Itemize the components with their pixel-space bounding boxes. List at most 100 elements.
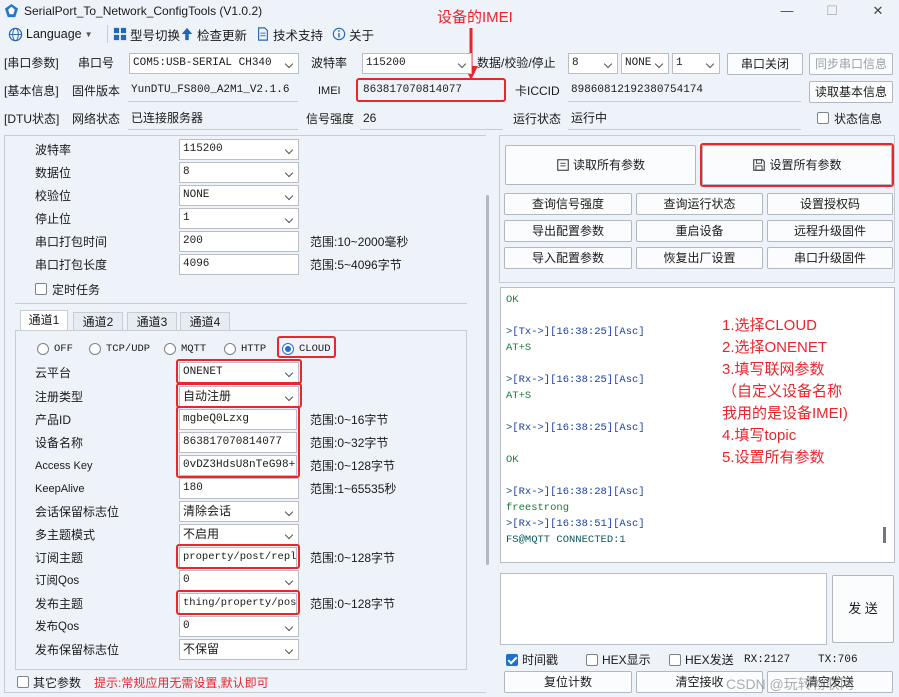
import-config-button[interactable]: 导入配置参数 [504, 247, 632, 269]
radio-mqtt[interactable] [164, 343, 176, 355]
send-button[interactable]: 发 送 [832, 575, 894, 643]
terminal-line: >[Rx->][16:38:25][Asc] [506, 422, 645, 434]
step-3-note-1: （自定义设备名称 [722, 383, 843, 400]
tab-channel-4[interactable]: 通道4 [180, 312, 230, 330]
pub-qos-select[interactable]: 0 [179, 616, 299, 637]
cloud-highlight [277, 336, 336, 358]
network-params-highlight [176, 406, 300, 478]
product-id-range: 范围:0~16字节 [310, 413, 389, 427]
sub-qos-select[interactable]: 0 [179, 570, 299, 591]
read-all-params-button[interactable]: 读取所有参数 [505, 145, 696, 185]
port-select[interactable]: COM5:USB-SERIAL CH340 [129, 53, 299, 74]
minimize-button[interactable]: — [773, 2, 801, 20]
tab-channel-2[interactable]: 通道2 [73, 312, 123, 330]
baud-select[interactable]: 115200 [362, 53, 472, 74]
imei-highlight [356, 78, 506, 102]
port-label: 串口号 [78, 56, 115, 70]
pub-qos-label: 发布Qos [35, 621, 80, 633]
status-info-checkbox[interactable] [817, 112, 829, 124]
send-input[interactable] [500, 573, 827, 645]
hint-text: 提示:常规应用无需设置,默认即可 [94, 676, 269, 690]
query-signal-button[interactable]: 查询信号强度 [504, 193, 632, 215]
serial-close-button[interactable]: 串口关闭 [727, 53, 803, 75]
timestamp-label: 时间戳 [522, 653, 559, 667]
iccid-label: 卡ICCID [515, 84, 560, 98]
sub-topic-range: 范围:0~128字节 [310, 551, 396, 565]
export-config-button[interactable]: 导出配置参数 [504, 220, 632, 242]
menu-check-update[interactable]: 检查更新 [180, 25, 247, 43]
menu-model-switch[interactable]: 型号切换 [113, 25, 180, 43]
sub-topic-label: 订阅主题 [35, 551, 84, 565]
receive-terminal[interactable]: OK >[Tx->][16:38:25][Asc] AT+S >[Rx->][16:3… [500, 287, 895, 563]
menu-language[interactable]: Language ▼ [8, 25, 93, 43]
serial-upgrade-button[interactable]: 串口升级固件 [767, 247, 893, 269]
read-params-icon [557, 159, 569, 171]
close-window-button[interactable]: ✕ [864, 2, 892, 20]
other-params-checkbox[interactable] [17, 676, 29, 688]
step-3-annotation: 3.填写联网参数 [722, 361, 825, 378]
sub-qos-label: 订阅Qos [35, 575, 80, 587]
terminal-line: >[Rx->][16:38:28][Asc] [506, 486, 645, 498]
radio-mqtt-label: MQTT [181, 343, 207, 355]
databits-select[interactable]: 8 [568, 53, 618, 74]
upload-arrow-icon [181, 27, 193, 41]
param-stopbits-label: 停止位 [35, 212, 72, 226]
iccid-value: 89860812192380754174 [568, 81, 801, 102]
terminal-scrollbar[interactable] [883, 527, 886, 543]
param-stopbits-select[interactable]: 1 [179, 208, 299, 229]
param-baud-select[interactable]: 115200 [179, 139, 299, 160]
terminal-line: >[Tx->][16:38:25][Asc] [506, 326, 645, 338]
rx-counter: RX:2127 [744, 654, 791, 666]
sync-serial-button[interactable]: 同步串口信息 [809, 53, 893, 75]
menu-tech-support[interactable]: 技术支持 [256, 25, 323, 43]
tab-channel-3[interactable]: 通道3 [127, 312, 177, 330]
terminal-line: AT+S [506, 342, 532, 354]
parity-select[interactable]: NONE [621, 53, 669, 74]
param-parity-select[interactable]: NONE [179, 185, 299, 206]
pack-len-input[interactable]: 4096 [179, 254, 299, 275]
restart-device-button[interactable]: 重启设备 [636, 220, 763, 242]
param-baud-label: 波特率 [35, 143, 72, 157]
device-name-label: 设备名称 [35, 436, 84, 450]
signal-label: 信号强度 [306, 112, 355, 126]
multi-topic-select[interactable]: 不启用 [179, 524, 299, 545]
tab-channel-1[interactable]: 通道1 [20, 310, 68, 330]
keepalive-range: 范围:1~65535秒 [310, 482, 397, 496]
chevron-down-icon: ▼ [84, 29, 93, 39]
pub-topic-range: 范围:0~128字节 [310, 597, 396, 611]
pack-time-input[interactable]: 200 [179, 231, 299, 252]
maximize-button[interactable]: ☐ [818, 2, 846, 20]
left-scrollbar[interactable] [486, 195, 489, 565]
terminal-line: FS@MQTT CONNECTED:1 [506, 534, 626, 546]
set-auth-code-button[interactable]: 设置授权码 [767, 193, 893, 215]
radio-tcp-udp[interactable] [89, 343, 101, 355]
menu-model-switch-label: 型号切换 [130, 28, 181, 43]
radio-tcp-udp-label: TCP/UDP [106, 343, 151, 355]
radio-off[interactable] [37, 343, 49, 355]
firmware-label: 固件版本 [72, 84, 121, 98]
read-basic-info-button[interactable]: 读取基本信息 [809, 81, 893, 103]
timestamp-checkbox[interactable] [506, 654, 518, 666]
window-title: SerialPort_To_Network_ConfigTools (V1.0.… [24, 4, 263, 18]
stopbits-select[interactable]: 1 [672, 53, 720, 74]
multi-topic-label: 多主题模式 [35, 528, 96, 542]
pub-retain-label: 发布保留标志位 [35, 643, 120, 657]
hex-send-checkbox[interactable] [669, 654, 681, 666]
session-select[interactable]: 清除会话 [179, 501, 299, 522]
param-databits-select[interactable]: 8 [179, 162, 299, 183]
keepalive-input[interactable]: 180 [179, 478, 299, 499]
radio-http[interactable] [224, 343, 236, 355]
factory-reset-button[interactable]: 恢复出厂设置 [636, 247, 763, 269]
hex-display-checkbox[interactable] [586, 654, 598, 666]
param-parity-label: 校验位 [35, 189, 72, 203]
radio-off-label: OFF [54, 343, 73, 355]
query-run-status-button[interactable]: 查询运行状态 [636, 193, 763, 215]
terminal-line: >[Rx->][16:38:25][Asc] [506, 374, 645, 386]
timer-task-checkbox[interactable] [35, 283, 47, 295]
reset-count-button[interactable]: 复位计数 [504, 671, 632, 693]
pub-retain-select[interactable]: 不保留 [179, 639, 299, 660]
remote-upgrade-button[interactable]: 远程升级固件 [767, 220, 893, 242]
menu-about[interactable]: 关于 [332, 25, 374, 43]
document-icon [258, 27, 268, 41]
dtu-group-label: [DTU状态] [4, 112, 60, 126]
